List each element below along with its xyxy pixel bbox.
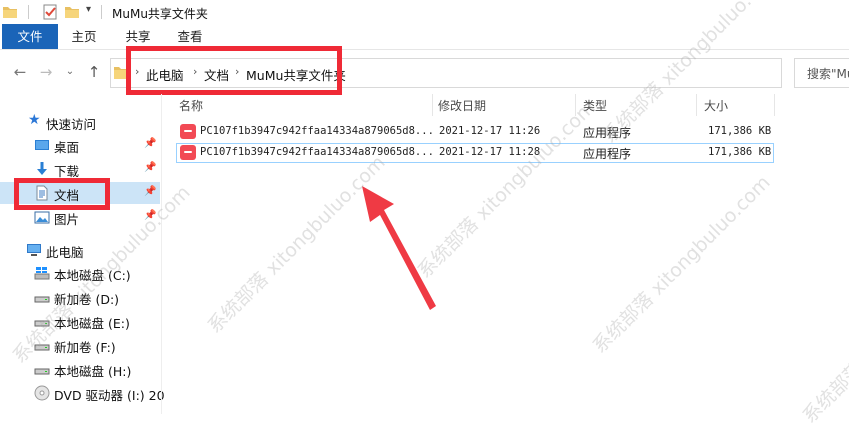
- customize-toolbar-icon[interactable]: ▾: [86, 4, 91, 15]
- sidebar-item-label: 图片: [54, 212, 80, 227]
- divider: [28, 5, 29, 19]
- watermark: 系统部落 xitongbuluo.com: [798, 242, 849, 428]
- tab-home[interactable]: 主页: [60, 24, 108, 49]
- sidebar-item-downloads[interactable]: 下载 📌: [0, 158, 160, 180]
- file-name: PC107f1b3947c942ffaa14334a879065d8...: [200, 125, 434, 137]
- pane-divider[interactable]: [161, 94, 162, 414]
- column-header-size[interactable]: 大小: [704, 97, 728, 114]
- mumu-app-icon: [180, 124, 196, 139]
- pin-icon[interactable]: 📌: [144, 138, 156, 149]
- windows-drive-icon: [34, 265, 50, 281]
- dvd-icon: [34, 385, 50, 401]
- documents-highlight-box: [14, 178, 110, 210]
- pictures-icon: [34, 209, 50, 225]
- file-name: PC107f1b3947c942ffaa14334a879065d8...: [200, 146, 434, 158]
- file-type: 应用程序: [583, 126, 632, 140]
- sidebar-item-quick-access[interactable]: ★ 快速访问: [0, 111, 160, 133]
- column-divider[interactable]: [432, 94, 433, 116]
- file-row-selected[interactable]: PC107f1b3947c942ffaa14334a879065d8... 20…: [176, 143, 774, 163]
- sidebar-item-desktop[interactable]: 桌面 📌: [0, 134, 160, 156]
- window-title: MuMu共享文件夹: [112, 7, 208, 21]
- file-size: 171,386 KB: [708, 125, 772, 137]
- search-input[interactable]: 搜索"Mu: [794, 58, 849, 88]
- drive-icon: [34, 313, 50, 329]
- file-size: 171,386 KB: [708, 146, 772, 158]
- file-modified: 2021-12-17 11:28: [439, 146, 541, 158]
- pin-icon[interactable]: 📌: [144, 210, 156, 221]
- sidebar-item-label: 新加卷 (D:): [54, 292, 120, 307]
- column-header-type[interactable]: 类型: [583, 97, 607, 114]
- up-icon[interactable]: ↑: [84, 62, 104, 82]
- recent-locations-icon[interactable]: ⌄: [60, 62, 80, 82]
- sidebar-item-this-pc[interactable]: 此电脑: [0, 239, 160, 261]
- file-type: 应用程序: [583, 147, 632, 161]
- sidebar-item-label: 快速访问: [46, 117, 97, 132]
- forward-icon[interactable]: →: [36, 62, 56, 82]
- sidebar-item-dvd[interactable]: DVD 驱动器 (I:) 20: [0, 382, 165, 404]
- search-placeholder: 搜索"Mu: [807, 67, 849, 81]
- navigation-pane: ★ 快速访问 桌面 📌 下载 📌 文档 📌 图片 📌 此电脑 本地磁盘 (C:)…: [0, 94, 165, 414]
- divider: [101, 5, 102, 19]
- title-bar: ▾ MuMu共享文件夹: [0, 0, 849, 24]
- sidebar-item-label: DVD 驱动器 (I:) 20: [54, 388, 165, 403]
- column-headers: 名称 修改日期 类型 大小: [170, 94, 849, 116]
- tab-file[interactable]: 文件: [2, 24, 58, 49]
- new-folder-icon[interactable]: [64, 4, 80, 20]
- pin-icon[interactable]: 📌: [144, 186, 156, 197]
- sidebar-item-label: 新加卷 (F:): [54, 340, 116, 355]
- watermark: 系统部落 xitongbuluo.com: [588, 171, 775, 358]
- sidebar-item-label: 本地磁盘 (C:): [54, 268, 131, 283]
- drive-icon: [34, 337, 50, 353]
- sidebar-item-label: 此电脑: [46, 245, 84, 260]
- drive-icon: [34, 289, 50, 305]
- column-divider[interactable]: [575, 94, 576, 116]
- sidebar-item-drive-f[interactable]: 新加卷 (F:): [0, 334, 160, 356]
- column-divider[interactable]: [696, 94, 697, 116]
- file-row[interactable]: PC107f1b3947c942ffaa14334a879065d8... 20…: [176, 122, 774, 142]
- desktop-icon: [34, 137, 50, 153]
- sidebar-item-label: 桌面: [54, 140, 80, 155]
- sidebar-item-drive-h[interactable]: 本地磁盘 (H:): [0, 358, 160, 380]
- drive-icon: [34, 361, 50, 377]
- back-icon[interactable]: ←: [10, 62, 30, 82]
- download-icon: [34, 161, 50, 177]
- column-header-name[interactable]: 名称: [179, 97, 203, 114]
- computer-icon: [26, 242, 42, 258]
- properties-icon[interactable]: [42, 4, 58, 20]
- column-divider[interactable]: [774, 94, 775, 116]
- star-icon: ★: [28, 112, 41, 128]
- file-modified: 2021-12-17 11:26: [439, 125, 541, 137]
- folder-icon: [2, 4, 18, 20]
- mumu-app-icon: [180, 145, 196, 160]
- pin-icon[interactable]: 📌: [144, 162, 156, 173]
- column-header-modified[interactable]: 修改日期: [438, 97, 486, 114]
- sidebar-item-drive-d[interactable]: 新加卷 (D:): [0, 286, 160, 308]
- sidebar-item-drive-c[interactable]: 本地磁盘 (C:): [0, 262, 160, 284]
- annotation-arrow: [362, 186, 436, 310]
- address-highlight-box: [126, 46, 342, 95]
- sidebar-item-label: 本地磁盘 (E:): [54, 316, 130, 331]
- sidebar-item-drive-e[interactable]: 本地磁盘 (E:): [0, 310, 160, 332]
- sidebar-item-label: 本地磁盘 (H:): [54, 364, 132, 379]
